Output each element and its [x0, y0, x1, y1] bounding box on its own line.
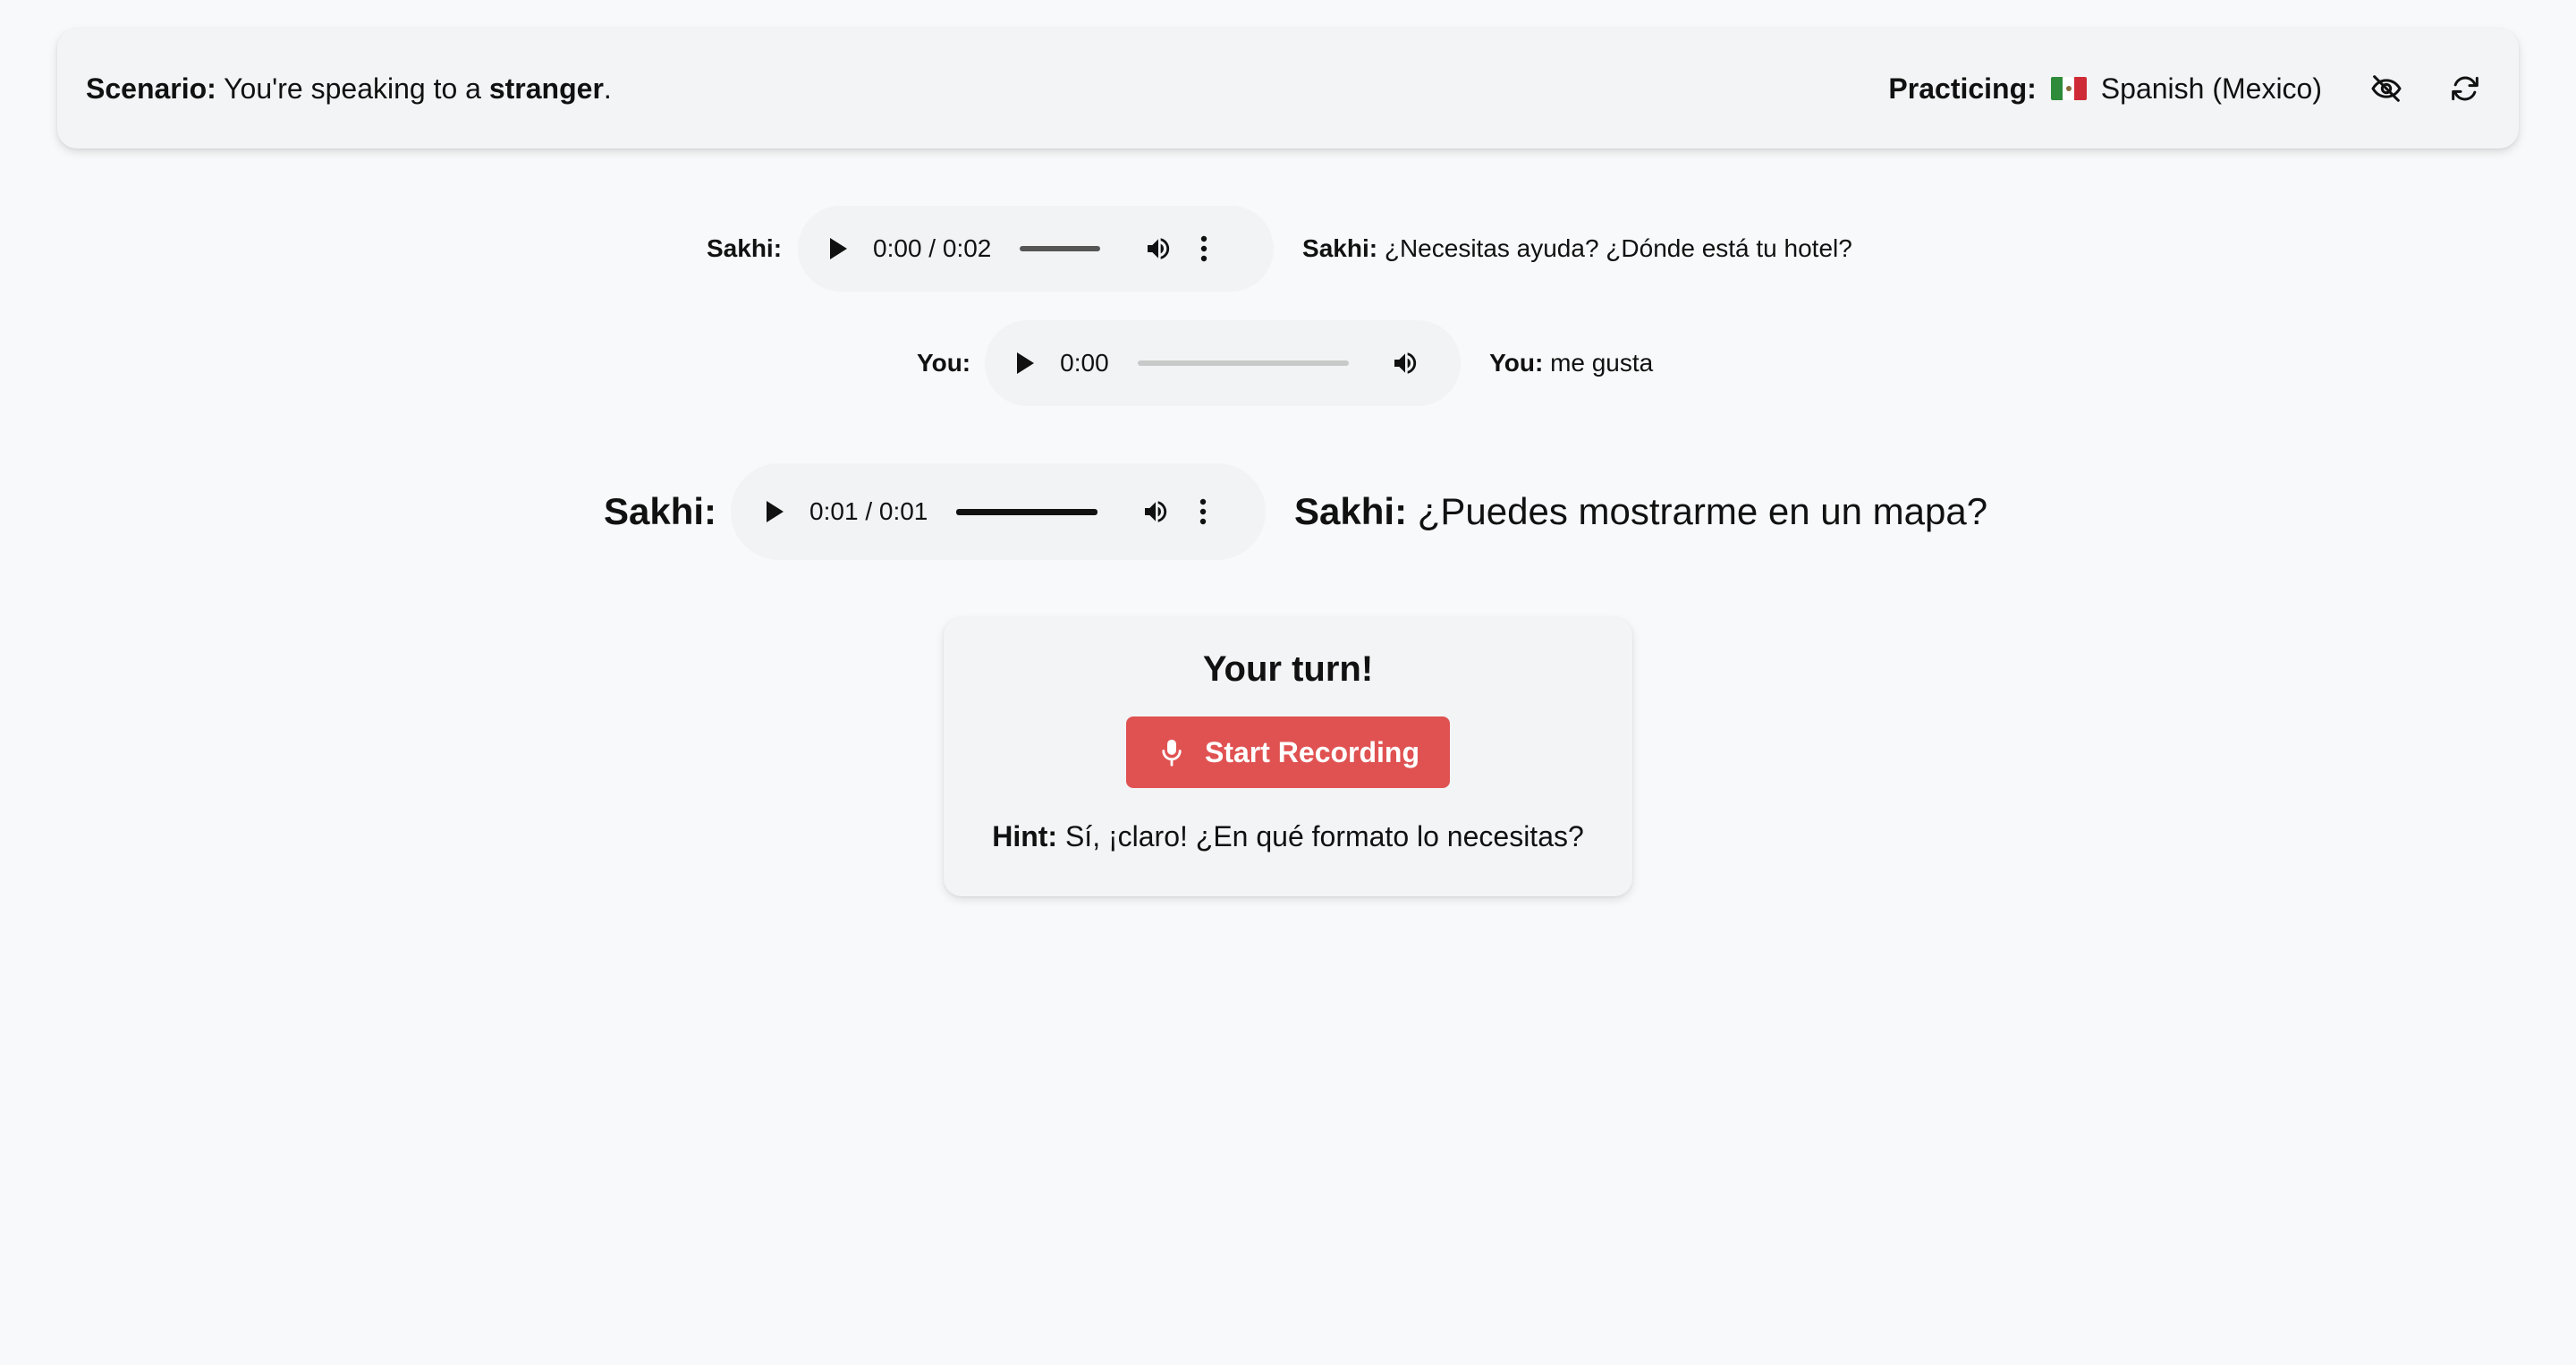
- transcript-speaker: Sakhi:: [1294, 490, 1408, 532]
- play-button[interactable]: [765, 500, 784, 523]
- eye-off-icon: [2371, 75, 2402, 102]
- audio-player: 0:01 / 0:01: [731, 463, 1267, 560]
- transcript-speaker: Sakhi:: [1302, 234, 1378, 262]
- message-row: You: 0:00 You: me gusta: [917, 320, 1653, 406]
- transcript-text: ¿Necesitas ayuda? ¿Dónde está tu hotel?: [1384, 234, 1852, 262]
- mexico-flag-icon: [2050, 77, 2087, 100]
- audio-player: 0:00: [985, 320, 1462, 406]
- scenario-target: stranger: [488, 72, 604, 105]
- message-transcript: Sakhi: ¿Necesitas ayuda? ¿Dónde está tu …: [1302, 234, 1852, 263]
- hint-label: Hint:: [992, 820, 1058, 852]
- refresh-icon: [2452, 76, 2479, 101]
- audio-progress-bar[interactable]: [1020, 246, 1101, 251]
- practicing-language: Practicing: Spanish (Mexico): [1888, 72, 2322, 106]
- your-turn-title: Your turn!: [1202, 649, 1374, 689]
- scenario-pre: You're speaking to a: [224, 72, 481, 105]
- hint-text: Hint: Sí, ¡claro! ¿En qué formato lo nec…: [992, 820, 1584, 853]
- message-transcript: Sakhi: ¿Puedes mostrarme en un mapa?: [1294, 490, 1987, 533]
- volume-icon: [1148, 238, 1170, 259]
- scenario-post: .: [603, 72, 612, 105]
- more-vertical-icon: [1200, 498, 1207, 525]
- audio-player: 0:00 / 0:02: [798, 206, 1275, 292]
- restart-button[interactable]: [2440, 64, 2490, 114]
- start-recording-label: Start Recording: [1204, 735, 1420, 768]
- your-turn-card: Your turn! Start Recording Hint: Sí, ¡cl…: [944, 617, 1632, 896]
- speaker-label: Sakhi:: [707, 234, 783, 262]
- play-button[interactable]: [828, 237, 848, 260]
- message-row: Sakhi: 0:01 / 0:01 Sakhi: ¿Puedes mostra…: [604, 463, 1987, 560]
- play-icon: [767, 501, 784, 522]
- speaker-label: You:: [917, 349, 971, 377]
- hide-transcript-button[interactable]: [2361, 64, 2411, 114]
- microphone-icon: [1162, 739, 1182, 767]
- volume-button[interactable]: [1140, 497, 1171, 526]
- audio-time: 0:00: [1060, 349, 1109, 377]
- more-options-button[interactable]: [1200, 235, 1208, 262]
- audio-time: 0:01 / 0:01: [809, 497, 928, 525]
- volume-button[interactable]: [1143, 234, 1174, 263]
- audio-progress-bar[interactable]: [956, 508, 1098, 515]
- header-right: Practicing: Spanish (Mexico): [1888, 64, 2490, 114]
- transcript-text: me gusta: [1550, 349, 1654, 377]
- scenario-text: Scenario: You're speaking to a stranger.: [86, 72, 612, 106]
- play-icon: [1017, 352, 1035, 374]
- audio-time: 0:00 / 0:02: [873, 234, 992, 262]
- transcript-text: ¿Puedes mostrarme en un mapa?: [1417, 490, 1988, 532]
- speaker-label: Sakhi:: [604, 490, 717, 532]
- volume-button[interactable]: [1390, 349, 1420, 377]
- message-row: Sakhi: 0:00 / 0:02 Sakhi: ¿Necesitas ayu…: [707, 206, 1852, 292]
- play-button[interactable]: [1015, 352, 1035, 375]
- more-options-button[interactable]: [1199, 498, 1207, 525]
- practicing-label: Practicing:: [1888, 72, 2037, 105]
- scenario-label: Scenario:: [86, 72, 216, 105]
- top-bar: Scenario: You're speaking to a stranger.…: [57, 29, 2519, 148]
- play-icon: [830, 238, 848, 259]
- volume-icon: [1145, 501, 1167, 522]
- more-vertical-icon: [1201, 235, 1208, 262]
- volume-icon: [1394, 352, 1416, 374]
- hint-content: Sí, ¡claro! ¿En qué formato lo necesitas…: [1064, 820, 1584, 852]
- transcript-speaker: You:: [1489, 349, 1544, 377]
- audio-progress-bar[interactable]: [1137, 360, 1349, 366]
- language-name: Spanish (Mexico): [2100, 72, 2322, 105]
- start-recording-button[interactable]: Start Recording: [1126, 716, 1450, 788]
- message-transcript: You: me gusta: [1489, 349, 1653, 377]
